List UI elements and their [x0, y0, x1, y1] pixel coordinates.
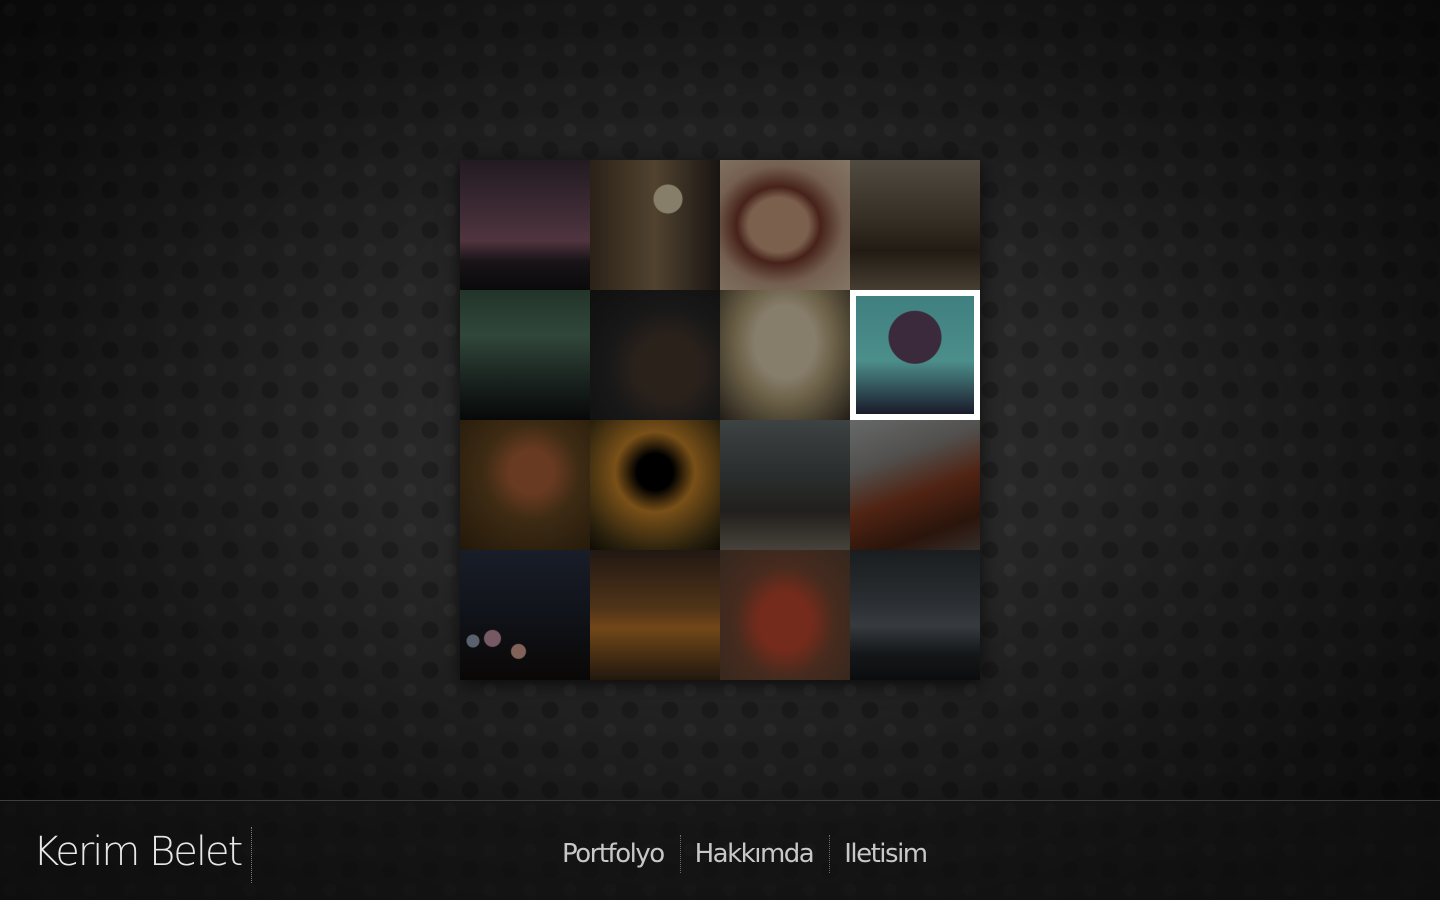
nav-divider	[829, 835, 831, 873]
gallery-thumbnail[interactable]	[460, 160, 590, 290]
gallery-thumbnail[interactable]	[460, 550, 590, 680]
gallery-thumbnail-selected[interactable]	[850, 290, 980, 420]
site-logo[interactable]: Kerim Belet	[33, 829, 243, 875]
gallery-thumbnail[interactable]	[460, 290, 590, 420]
nav-divider	[679, 835, 681, 873]
nav-item-iletisim[interactable]: Iletisim	[844, 839, 928, 869]
nav-item-hakkimda[interactable]: Hakkımda	[695, 839, 815, 869]
nav-item-portfolyo[interactable]: Portfolyo	[562, 839, 665, 869]
gallery-thumbnail[interactable]	[720, 290, 850, 420]
gallery-thumbnail[interactable]	[850, 420, 980, 550]
gallery-thumbnail[interactable]	[720, 550, 850, 680]
gallery-thumbnail[interactable]	[590, 290, 720, 420]
dark-haired-woman-photo-icon	[856, 296, 974, 414]
gallery-thumbnail[interactable]	[590, 420, 720, 550]
gallery-thumbnail[interactable]	[850, 550, 980, 680]
page: Kerim Belet Portfolyo Hakkımda Iletisim	[0, 0, 1440, 900]
footer-bar: Kerim Belet Portfolyo Hakkımda Iletisim	[0, 800, 1440, 900]
gallery-thumbnail[interactable]	[720, 420, 850, 550]
gallery-thumbnail[interactable]	[590, 160, 720, 290]
photo-gallery-grid	[460, 160, 980, 680]
gallery-thumbnail[interactable]	[460, 420, 590, 550]
gallery-thumbnail[interactable]	[720, 160, 850, 290]
gallery-thumbnail[interactable]	[590, 550, 720, 680]
gallery-thumbnail[interactable]	[850, 160, 980, 290]
main-navigation: Portfolyo Hakkımda Iletisim	[562, 835, 928, 873]
logo-divider	[251, 827, 252, 883]
